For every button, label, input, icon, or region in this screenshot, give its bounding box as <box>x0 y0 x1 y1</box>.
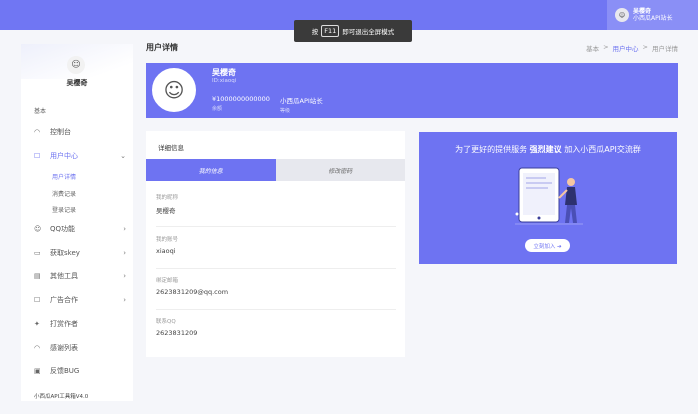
sidebar-item-dashboard[interactable]: ◠ 控制台 <box>34 125 126 139</box>
sidebar-item-label: 反馈BUG <box>50 367 80 375</box>
chevron-right-icon: › <box>123 225 126 233</box>
fullscreen-tip-post: 即可退出全屏模式 <box>342 28 395 36</box>
field-nickname: 我的昵称 吴樱奇 <box>156 193 396 227</box>
breadcrumb: 基本 > 用户中心 > 用户详情 <box>586 43 678 53</box>
field-label: 绑定邮箱 <box>156 278 179 284</box>
sidebar-item-user-center[interactable]: ☐ 用户中心 ⌄ <box>34 149 126 163</box>
field-account: 我的账号 xiaoqi <box>156 235 396 269</box>
page-title: 用户详情 <box>146 43 178 52</box>
sidebar-item-thanks[interactable]: ◠ 感谢列表 <box>34 341 126 355</box>
detail-card: 详细信息 我的信息 修改密码 我的昵称 吴樱奇 我的账号 xiaoqi 绑定邮箱… <box>146 131 405 357</box>
sidebar-user-name: 吴樱奇 <box>66 79 88 87</box>
promo-text: 为了更好的提供服务 强烈建议 加入小西瓜API交流群 <box>419 144 677 155</box>
balance-value: ¥1000000000000 <box>212 95 270 103</box>
user-icon: ☐ <box>34 152 41 160</box>
field-email: 绑定邮箱 2623831209@qq.com <box>156 276 396 310</box>
field-label: 联系QQ <box>156 319 176 325</box>
sidebar-item-label: 控制台 <box>50 128 71 136</box>
level-stat: 小西瓜API站长 等级 <box>280 95 323 114</box>
promo-text-pre: 为了更好的提供服务 <box>455 145 528 154</box>
user-menu[interactable]: ☺ 吴樱奇 小西瓜API站长 <box>607 0 698 30</box>
field-qq: 联系QQ 2623831209 <box>156 317 396 351</box>
chevron-right-icon: › <box>123 296 126 304</box>
sidebar-sub-user-detail[interactable]: 用户详情 <box>52 172 76 181</box>
sidebar-item-label: QQ功能 <box>50 225 76 233</box>
field-label: 我的账号 <box>156 237 179 243</box>
field-value: 2623831209 <box>156 329 198 337</box>
sidebar-item-label: 用户中心 <box>50 152 78 160</box>
sidebar-section-label: 基本 <box>34 108 47 115</box>
profile-banner: ☺ 吴樱奇 ID:xiaoqi ¥1000000000000 余额 小西瓜API… <box>146 63 678 118</box>
chevron-down-icon: ⌄ <box>120 152 126 160</box>
sidebar-footer: 小西瓜API工具箱V4.0 <box>34 394 89 400</box>
chat-icon: ☺ <box>34 225 42 233</box>
sidebar-item-label: 广告合作 <box>50 296 78 304</box>
sidebar-item-ads[interactable]: ☐ 广告合作 › <box>34 293 126 307</box>
bug-icon: ▣ <box>34 367 41 375</box>
join-group-button[interactable]: 立刻加入 ➔ <box>525 239 570 252</box>
user-name: 吴樱奇 <box>633 8 652 15</box>
tab-my-info[interactable]: 我的信息 <box>146 159 276 181</box>
level-value: 小西瓜API站长 <box>280 97 323 105</box>
f11-key: F11 <box>321 25 340 37</box>
toolbox-icon: ▤ <box>34 272 41 280</box>
ad-icon: ☐ <box>34 296 41 304</box>
profile-name: 吴樱奇 <box>212 68 236 77</box>
balance-label: 余额 <box>212 106 223 112</box>
profile-avatar: ☺ <box>152 68 196 112</box>
field-label: 我的昵称 <box>156 195 179 201</box>
user-role: 小西瓜API站长 <box>633 15 673 22</box>
user-avatar-icon: ☺ <box>615 8 629 22</box>
breadcrumb-separator: > <box>642 43 648 51</box>
sidebar-item-label: 打赏作者 <box>50 320 78 328</box>
profile-id: ID:xiaoqi <box>212 78 237 84</box>
list-icon: ◠ <box>34 344 41 352</box>
dashboard-icon: ◠ <box>34 128 41 136</box>
sidebar-item-bug[interactable]: ▣ 反馈BUG <box>34 364 126 378</box>
detail-tabs: 我的信息 修改密码 <box>146 159 405 181</box>
breadcrumb-item: 用户详情 <box>652 45 678 53</box>
field-value: xiaoqi <box>156 247 176 255</box>
sidebar-item-skey[interactable]: ▭ 获取skey › <box>34 246 126 260</box>
promo-card: 为了更好的提供服务 强烈建议 加入小西瓜API交流群 立刻加入 ➔ <box>419 132 677 264</box>
sidebar-item-label: 感谢列表 <box>50 344 78 352</box>
promo-text-bold: 强烈建议 <box>529 145 562 154</box>
chevron-right-icon: › <box>123 272 126 280</box>
sidebar-sub-login-log[interactable]: 登录记录 <box>52 205 76 214</box>
detail-heading: 详细信息 <box>158 144 184 152</box>
sidebar-item-qq[interactable]: ☺ QQ功能 › <box>34 222 126 236</box>
sidebar-item-label: 获取skey <box>50 249 80 257</box>
sidebar-item-label: 其他工具 <box>50 272 78 280</box>
balance-stat: ¥1000000000000 余额 <box>212 95 270 112</box>
breadcrumb-item[interactable]: 基本 <box>586 43 599 53</box>
monitor-icon: ▭ <box>34 249 41 257</box>
sidebar-sub-consumption[interactable]: 消费记录 <box>52 189 76 198</box>
sidebar-avatar[interactable]: ☺ <box>67 56 85 74</box>
level-label: 等级 <box>280 108 291 114</box>
promo-text-post: 加入小西瓜API交流群 <box>564 145 641 154</box>
breadcrumb-separator: > <box>603 43 609 51</box>
breadcrumb-item[interactable]: 用户中心 <box>613 43 639 53</box>
field-value: 吴樱奇 <box>156 207 176 215</box>
tab-change-password[interactable]: 修改密码 <box>275 159 405 181</box>
sidebar-item-donate[interactable]: ✦ 打赏作者 <box>34 317 126 331</box>
sidebar: ☺ 吴樱奇 基本 ◠ 控制台 ☐ 用户中心 ⌄ 用户详情 消费记录 登录记录 ☺… <box>21 44 133 401</box>
tablet-person-illustration-icon <box>515 167 583 225</box>
fullscreen-tip: 按 F11 即可退出全屏模式 <box>294 20 412 42</box>
fullscreen-tip-pre: 按 <box>311 28 319 36</box>
field-value: 2623831209@qq.com <box>156 288 229 296</box>
chevron-right-icon: › <box>123 249 126 257</box>
gift-icon: ✦ <box>34 320 40 328</box>
sidebar-item-tools[interactable]: ▤ 其他工具 › <box>34 269 126 283</box>
